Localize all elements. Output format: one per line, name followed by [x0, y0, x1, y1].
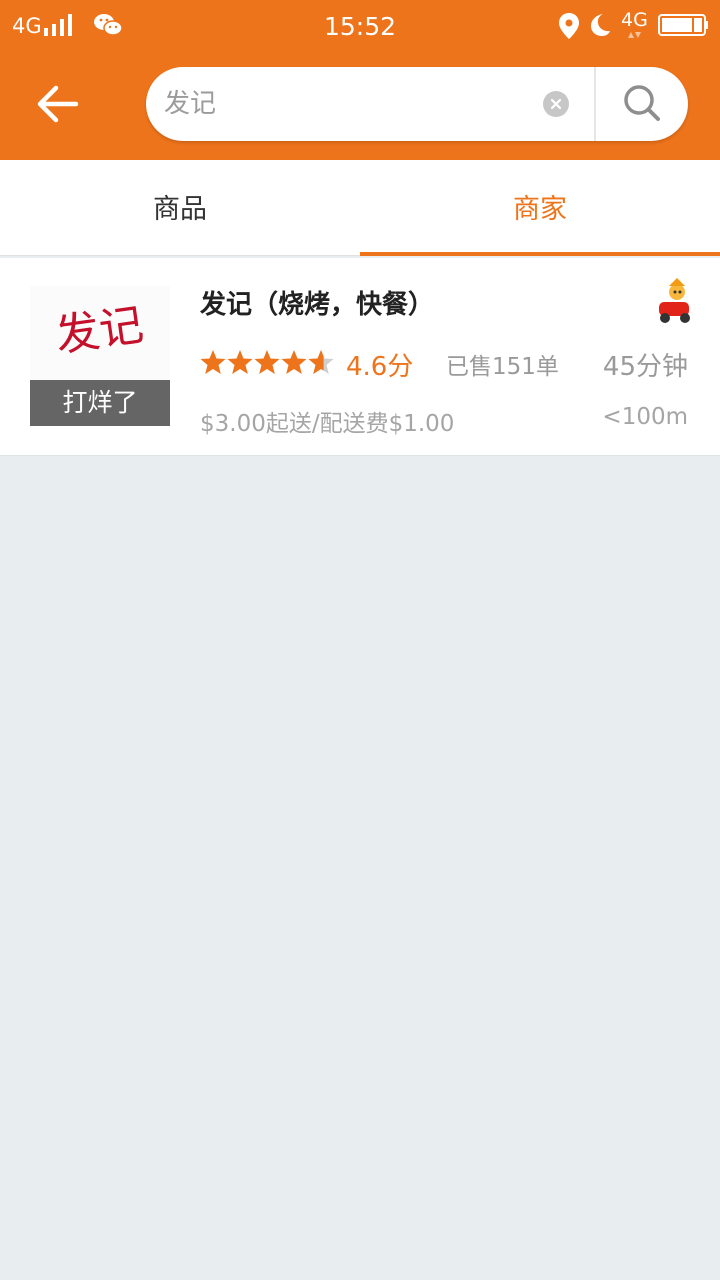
- search-button[interactable]: [596, 67, 688, 141]
- empty-results-area: [0, 457, 720, 1280]
- min-order-fee: $3.00起送/配送费$1.00: [200, 411, 455, 437]
- network-type-secondary: 4G: [621, 9, 648, 31]
- star-icon: [254, 350, 280, 374]
- star-icon: [281, 350, 307, 374]
- close-icon: [550, 98, 562, 110]
- merchant-logo: 发记 打烊了: [30, 286, 170, 426]
- active-tab-indicator: [360, 252, 720, 256]
- status-bar: 4G 15:52 4G: [0, 0, 720, 52]
- tab-bar: 商品 商家: [0, 160, 720, 256]
- tab-merchants[interactable]: 商家: [360, 160, 720, 256]
- rating-stars: [200, 350, 334, 374]
- clock: 15:52: [323, 12, 397, 41]
- rating-score: 4.6分: [346, 352, 414, 382]
- clear-search-button[interactable]: [543, 91, 569, 117]
- location-icon: [559, 13, 579, 39]
- back-arrow-icon[interactable]: [34, 84, 80, 124]
- closed-badge: 打烊了: [30, 380, 170, 426]
- search-icon: [624, 85, 660, 121]
- merchant-list-item[interactable]: 发记 打烊了 发记（烧烤，快餐） 4.6分 已售151单 45分钟 $3.00起…: [0, 258, 720, 456]
- moon-icon: [591, 14, 610, 36]
- search-input[interactable]: [164, 81, 524, 127]
- distance: <100m: [602, 404, 688, 430]
- sold-count: 已售151单: [446, 354, 559, 380]
- star-icon: [200, 350, 226, 374]
- delivery-rider-icon: [659, 278, 690, 323]
- data-activity-icon: [628, 32, 641, 38]
- battery-icon: [658, 14, 708, 36]
- search-header: [0, 52, 720, 160]
- delivery-time: 45分钟: [602, 352, 688, 382]
- search-box: [146, 67, 688, 141]
- star-icon: [227, 350, 253, 374]
- tab-goods[interactable]: 商品: [0, 160, 360, 256]
- logo-text: 发记: [52, 299, 146, 362]
- merchant-name: 发记（烧烤，快餐）: [200, 290, 435, 320]
